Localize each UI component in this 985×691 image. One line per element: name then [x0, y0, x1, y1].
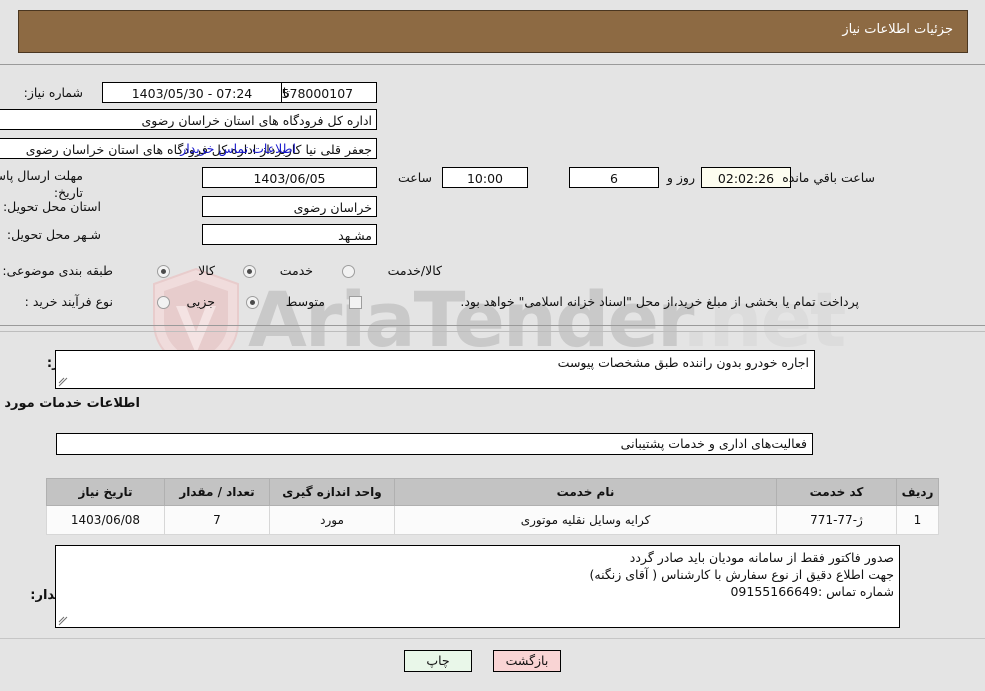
- buyer-notes-line-3: شماره تماس :09155166649: [730, 584, 894, 599]
- treasury-bonds-checkbox[interactable]: [349, 296, 362, 309]
- page-header-bar: جزئیات اطلاعات نیاز: [18, 10, 968, 53]
- table-header-row: ردیف کد خدمت نام خدمت واحد اندازه گیری ت…: [46, 478, 939, 506]
- service-group-value-box[interactable]: فعالیت‌های اداری و خدمات پشتیبانی: [56, 433, 813, 455]
- city-value: مشـهد: [202, 224, 377, 245]
- divider-top: [0, 64, 985, 65]
- th-need-date: تاریخ نیاز: [46, 478, 165, 506]
- description-textarea[interactable]: اجاره خودرو بدون راننده طبق مشخصات پیوست: [55, 350, 815, 389]
- public-announce-value: 07:24 - 1403/05/30: [102, 82, 282, 103]
- countdown-value: 02:02:26: [701, 167, 791, 188]
- deadline-label-line1: مهلت ارسال پاسخ: تا: [0, 168, 83, 183]
- category-label-khedmat: خدمت: [279, 263, 313, 278]
- th-unit: واحد اندازه گیری: [269, 478, 395, 506]
- td-service-name: کرایه وسایل نقلیه موتوری: [394, 505, 777, 535]
- category-label-kala: کالا: [198, 263, 215, 278]
- province-value: خراسان رضوی: [202, 196, 377, 217]
- td-quantity: 7: [164, 505, 270, 535]
- deadline-time-value: 10:00: [442, 167, 528, 188]
- buyer-notes-line-1: صدور فاکتور فقط از سامانه مودیان باید صا…: [629, 550, 894, 565]
- deadline-label-line2: تاریخ:: [53, 185, 83, 200]
- resize-grip-icon[interactable]: [58, 377, 68, 387]
- process-label-motevaset: متوسط: [285, 294, 325, 309]
- th-service-code: کد خدمت: [776, 478, 897, 506]
- resize-grip-icon[interactable]: [58, 616, 68, 626]
- hour-label: ساعت: [397, 170, 432, 185]
- td-row-no: 1: [896, 505, 939, 535]
- td-need-date: 1403/06/08: [46, 505, 165, 535]
- table-row: 1 ژ-77-771 کرایه وسایل نقلیه موتوری مورد…: [46, 505, 939, 535]
- days-value: 6: [569, 167, 659, 188]
- print-button[interactable]: چاپ: [404, 650, 472, 672]
- th-service-name: نام خدمت: [394, 478, 777, 506]
- deadline-date-value: 1403/06/05: [202, 167, 377, 188]
- divider-bottom: [0, 638, 985, 639]
- category-radio-kala-khedmat[interactable]: [342, 265, 355, 278]
- services-section-heading: اطلاعات خدمات مورد نیاز: [0, 396, 140, 411]
- category-radio-khedmat[interactable]: [243, 265, 256, 278]
- need-details-page: AriaTender.net جزئیات اطلاعات نیاز شماره…: [0, 0, 985, 691]
- category-label: طبقه بندی موضوعی:: [2, 263, 113, 278]
- page-title: جزئیات اطلاعات نیاز: [842, 22, 953, 37]
- process-label: نوع فرآیند خرید :: [24, 294, 113, 309]
- services-table: ردیف کد خدمت نام خدمت واحد اندازه گیری ت…: [46, 478, 939, 535]
- process-radio-motevaset[interactable]: [246, 296, 259, 309]
- buyer-notes-line-2: جهت اطلاع دقیق از نوع سفارش با کارشناس (…: [589, 567, 894, 582]
- process-label-jozii: جزیی: [186, 294, 215, 309]
- th-quantity: تعداد / مقدار: [164, 478, 270, 506]
- divider-middle: [0, 325, 985, 326]
- description-value: اجاره خودرو بدون راننده طبق مشخصات پیوست: [557, 355, 809, 370]
- province-label: استان محل تحویل:: [2, 199, 101, 214]
- category-radio-kala[interactable]: [157, 265, 170, 278]
- city-label: شـهر محل تحویل:: [6, 227, 101, 242]
- divider-middle-2: [0, 331, 985, 332]
- process-radio-jozii[interactable]: [157, 296, 170, 309]
- th-row-no: ردیف: [896, 478, 939, 506]
- buyer-notes-textarea[interactable]: صدور فاکتور فقط از سامانه مودیان باید صا…: [55, 545, 900, 628]
- back-button[interactable]: بازگشت: [493, 650, 561, 672]
- service-group-value: فعالیت‌های اداری و خدمات پشتیبانی: [620, 436, 807, 451]
- countdown-label: ساعت باقي مانده: [782, 170, 875, 185]
- need-number-label: شماره نیاز:: [23, 85, 83, 100]
- td-unit: مورد: [269, 505, 395, 535]
- treasury-bonds-text: پرداخت تمام یا بخشی از مبلغ خرید،از محل …: [460, 294, 859, 309]
- days-label: روز و: [666, 170, 695, 185]
- buyer-org-value: اداره کل فرودگاه های استان خراسان رضوی: [0, 109, 377, 130]
- buyer-contact-link[interactable]: اطلاعات تماس خریدار: [180, 141, 296, 156]
- td-service-code: ژ-77-771: [776, 505, 897, 535]
- category-label-kala-khedmat: کالا/خدمت: [387, 263, 442, 278]
